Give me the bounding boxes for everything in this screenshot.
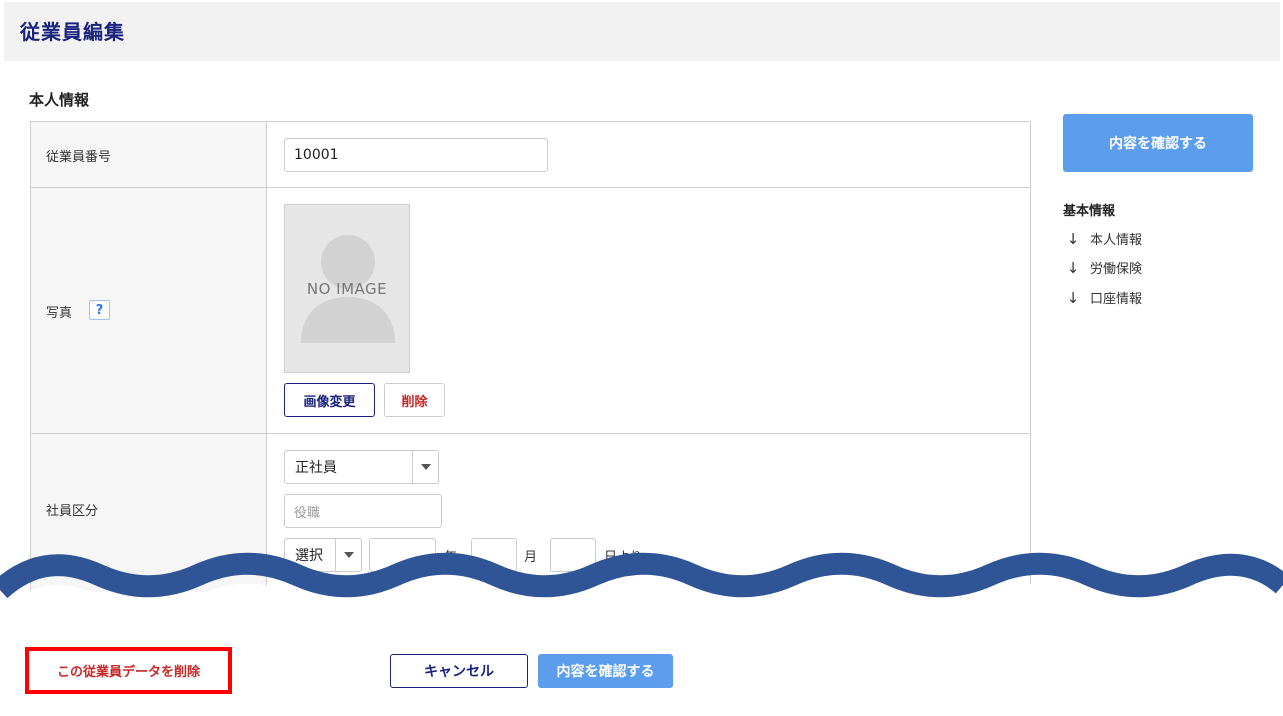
employee-number-label: 従業員番号 [46,150,112,165]
delete-employee-button[interactable]: この従業員データを削除 [25,647,232,694]
delete-image-button[interactable]: 削除 [384,383,445,417]
arrow-down-icon: ↓ [1066,258,1080,277]
page-title: 従業員編集 [20,20,125,44]
arrow-down-icon: ↓ [1066,229,1080,248]
sidebar-link-label: 労働保険 [1090,262,1143,277]
photo-label-cell: 写真 ? [31,188,267,433]
photo-label: 写真 [46,306,73,321]
change-image-button[interactable]: 画像変更 [284,383,375,417]
sidebar-link-labor-insurance[interactable]: ↓ 労働保険 [1064,258,1143,278]
employee-type-value: 正社員 [295,460,337,476]
employee-type-select[interactable]: 正社員 [284,450,439,484]
help-icon[interactable]: ? [89,300,110,320]
section-title: 本人情報 [29,91,90,109]
employee-form-table: 従業員番号 10001 写真 ? NO IMAGE 画像変更 削除 社員区分 正… [30,121,1031,592]
employee-type-label: 社員区分 [46,504,99,519]
employee-number-label-cell: 従業員番号 [31,122,267,187]
sidebar-link-bank-account[interactable]: ↓ 口座情報 [1064,288,1143,308]
sidebar-link-label: 口座情報 [1090,292,1143,307]
sidebar-link-personal-info[interactable]: ↓ 本人情報 [1064,229,1143,249]
position-input[interactable]: 役職 [284,494,442,528]
chevron-down-icon [412,451,438,483]
position-placeholder: 役職 [294,505,321,521]
row-employee-number: 従業員番号 10001 [31,122,1030,188]
arrow-down-icon: ↓ [1066,288,1080,307]
sidebar-link-label: 本人情報 [1090,233,1143,248]
employee-number-value: 10001 [294,147,339,163]
row-photo: 写真 ? NO IMAGE 画像変更 削除 [31,188,1030,434]
page-header: 従業員編集 [4,2,1280,61]
cancel-button[interactable]: キャンセル [390,654,528,688]
wave-separator [0,552,1283,630]
confirm-button[interactable]: 内容を確認する [538,654,673,688]
sidebar-confirm-button[interactable]: 内容を確認する [1063,114,1253,172]
sidebar-heading: 基本情報 [1063,204,1116,219]
no-image-text: NO IMAGE [306,280,388,298]
photo-placeholder: NO IMAGE [284,204,410,373]
employee-number-input[interactable]: 10001 [284,138,548,172]
